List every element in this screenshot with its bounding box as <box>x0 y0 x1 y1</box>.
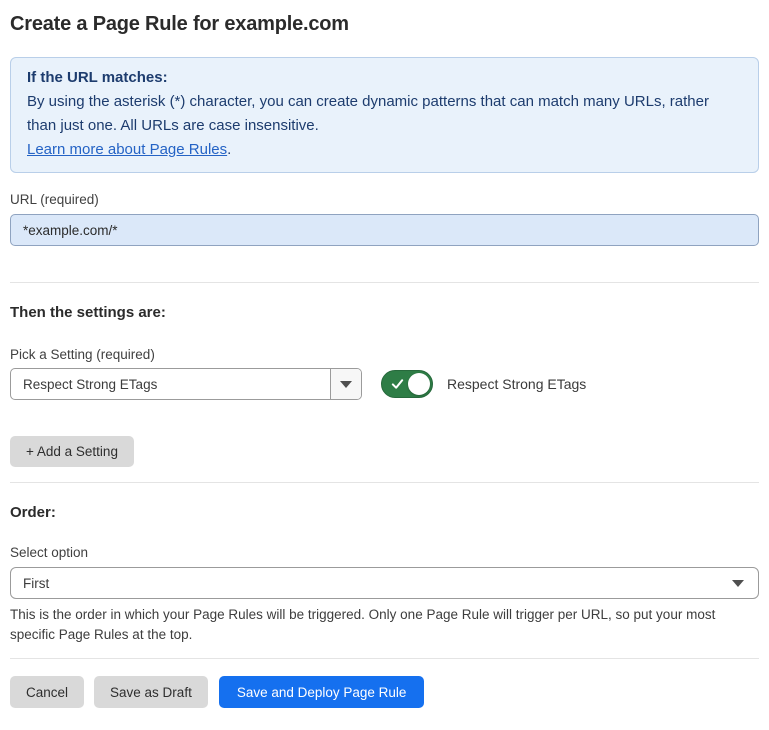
info-box-link-line: Learn more about Page Rules. <box>27 138 742 162</box>
page-title: Create a Page Rule for example.com <box>10 12 759 36</box>
url-input[interactable] <box>10 214 759 246</box>
etags-toggle-label: Respect Strong ETags <box>447 376 586 392</box>
chevron-down-icon <box>732 580 744 587</box>
setting-dropdown-value: Respect Strong ETags <box>11 369 330 399</box>
save-and-deploy-button[interactable]: Save and Deploy Page Rule <box>219 676 425 708</box>
section-divider <box>10 482 759 483</box>
toggle-knob <box>408 373 430 395</box>
save-as-draft-button[interactable]: Save as Draft <box>94 676 208 708</box>
setting-dropdown[interactable]: Respect Strong ETags <box>10 368 362 400</box>
url-match-info-box: If the URL matches: By using the asteris… <box>10 57 759 173</box>
url-field-label: URL (required) <box>10 191 759 208</box>
order-section-heading: Order: <box>10 503 759 522</box>
chevron-down-icon <box>340 381 352 388</box>
learn-more-link[interactable]: Learn more about Page Rules <box>27 141 227 158</box>
footer-actions: Cancel Save as Draft Save and Deploy Pag… <box>10 676 759 708</box>
settings-section-heading: Then the settings are: <box>10 303 759 322</box>
order-select[interactable]: First <box>10 567 759 599</box>
order-help-text: This is the order in which your Page Rul… <box>10 605 759 645</box>
check-icon <box>391 378 404 391</box>
setting-dropdown-arrow-button[interactable] <box>330 369 361 399</box>
page-rule-form: Create a Page Rule for example.com If th… <box>0 12 769 708</box>
select-option-label: Select option <box>10 544 759 561</box>
section-divider <box>10 282 759 283</box>
setting-controls-row: Respect Strong ETags Respect Strong ETag… <box>10 368 759 400</box>
etags-toggle-group: Respect Strong ETags <box>381 370 586 398</box>
etags-toggle[interactable] <box>381 370 433 398</box>
cancel-button[interactable]: Cancel <box>10 676 84 708</box>
order-select-value: First <box>23 576 49 591</box>
footer-divider <box>10 658 759 659</box>
info-box-heading: If the URL matches: <box>27 66 742 90</box>
add-setting-button[interactable]: + Add a Setting <box>10 436 134 467</box>
info-box-body: By using the asterisk (*) character, you… <box>27 90 742 138</box>
link-suffix: . <box>227 141 231 158</box>
pick-setting-label: Pick a Setting (required) <box>10 346 759 363</box>
